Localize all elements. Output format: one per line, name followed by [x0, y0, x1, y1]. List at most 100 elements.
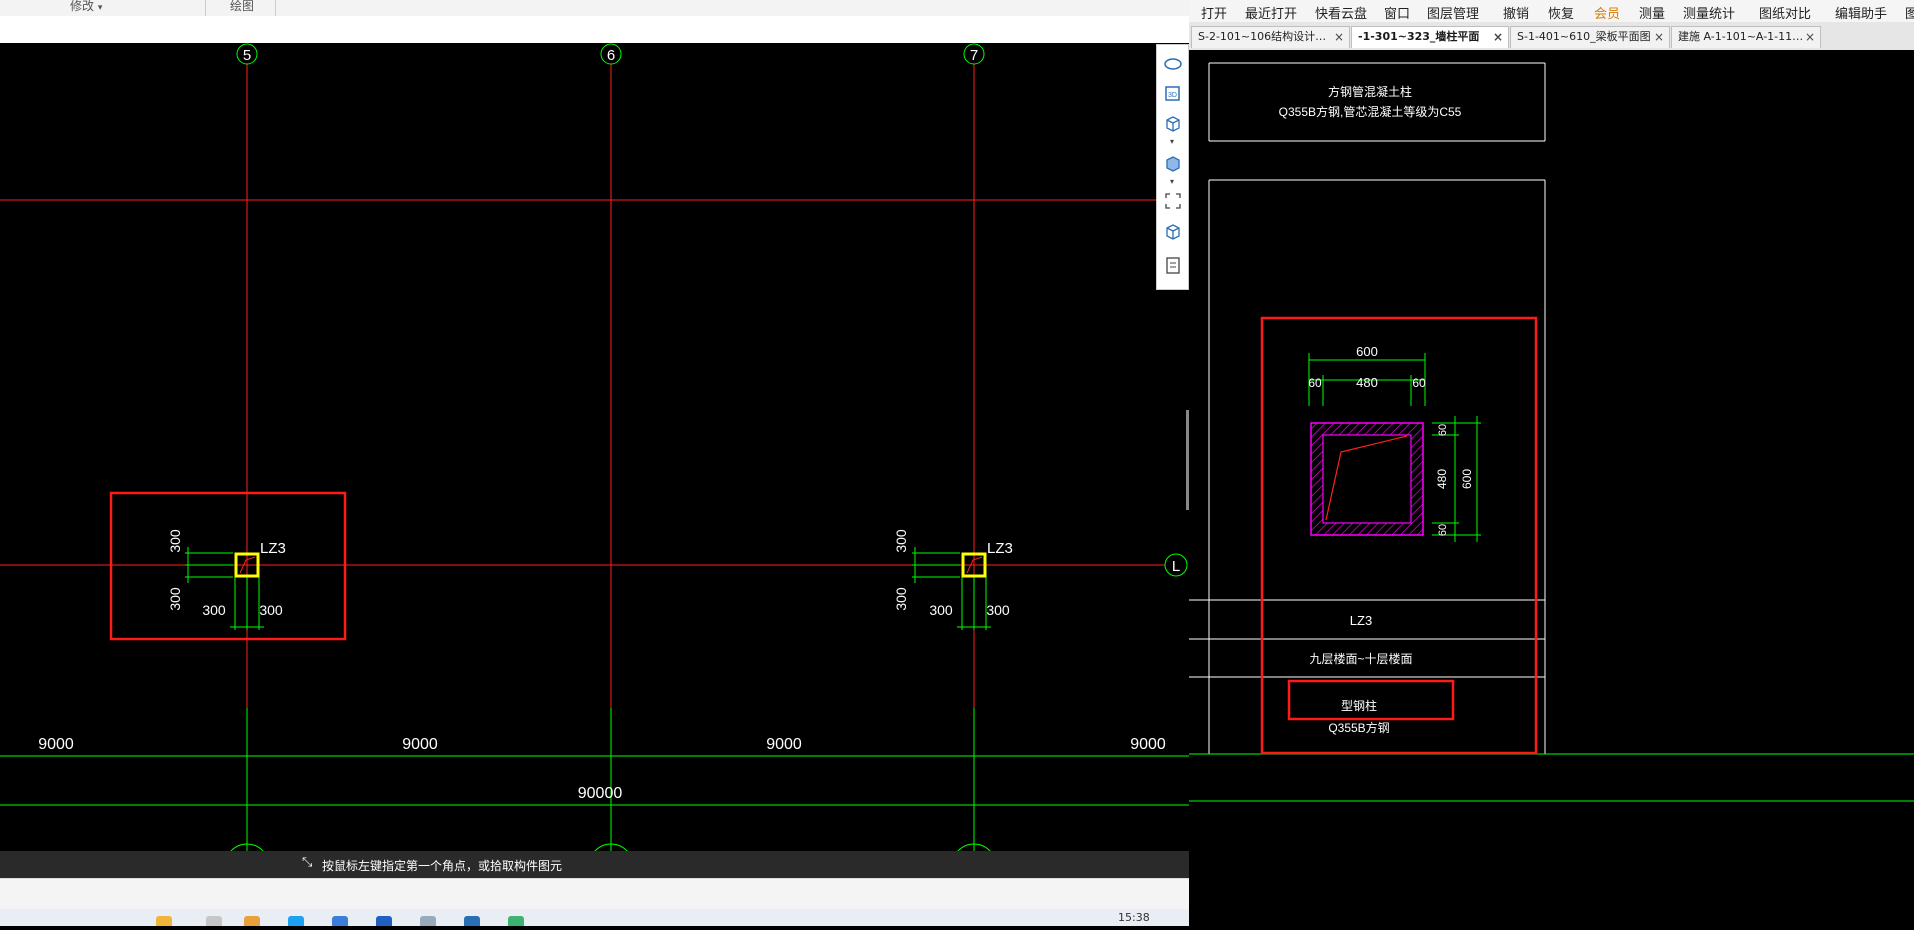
dim-total-text: 90000 — [578, 785, 623, 802]
detail-note-2: Q355B方钢,管芯混凝土等级为C55 — [1279, 104, 1462, 119]
svg-text:300: 300 — [893, 587, 909, 611]
status-bar: ⤡ 按鼠标左键指定第一个角点，或拾取构件图元 — [0, 851, 1189, 878]
close-icon[interactable]: × — [1654, 27, 1664, 47]
menu-window[interactable]: 窗口 — [1384, 3, 1410, 22]
right-menubar: 打开 最近打开 快看云盘 窗口 图层管理 撤销 恢复 会员 测量 测量统计 图纸… — [1189, 0, 1914, 23]
plan-canvas[interactable]: 5 6 7 L 9000 9000 9000 9000 90000 LZ3 30… — [0, 43, 1189, 889]
column-label: LZ3 — [260, 540, 286, 557]
highlight-box — [109, 491, 347, 641]
svg-text:300: 300 — [893, 529, 909, 553]
view-tool-palette: 3D ▾ ▾ — [1156, 44, 1189, 290]
detail-canvas[interactable]: 方钢管混凝土柱 Q355B方钢,管芯混凝土等级为C55 600 60 480 6… — [1189, 50, 1914, 926]
app-icon[interactable] — [206, 916, 222, 926]
detail-material: Q355B方钢 — [1328, 720, 1389, 735]
svg-text:60: 60 — [1437, 424, 1449, 436]
chevron-down-icon[interactable]: ▾ — [1170, 137, 1174, 146]
svg-text:300: 300 — [202, 602, 226, 618]
app-icon[interactable] — [508, 916, 524, 926]
app-icon[interactable] — [464, 916, 480, 926]
draw-menu[interactable]: 绘图 — [230, 0, 254, 14]
divider — [275, 0, 276, 16]
fullscreen-icon[interactable] — [1163, 191, 1183, 211]
axis-bubble-6[interactable]: 6 — [600, 43, 622, 65]
svg-text:6: 6 — [607, 47, 615, 64]
svg-text:480: 480 — [1356, 375, 1378, 390]
column-LZ3-2[interactable]: LZ3 300 300 300 300 — [893, 529, 1013, 630]
tab-structure-design[interactable]: S-2-101~106结构设计… × — [1191, 26, 1350, 48]
detail-note-1: 方钢管混凝土柱 — [1328, 84, 1412, 99]
detail-type: 型钢柱 — [1341, 698, 1377, 713]
section-box-icon[interactable] — [1163, 221, 1183, 241]
app-icon[interactable] — [420, 916, 436, 926]
detail-name: LZ3 — [1350, 613, 1372, 628]
folder-icon[interactable] — [244, 916, 260, 926]
detail-range: 九层楼面~十层楼面 — [1309, 651, 1412, 666]
svg-text:7: 7 — [970, 47, 978, 64]
menu-cloud[interactable]: 快看云盘 — [1315, 3, 1367, 22]
column-LZ3-1[interactable]: LZ3 300 300 300 300 — [109, 491, 347, 641]
close-icon[interactable]: × — [1334, 27, 1344, 47]
svg-text:300: 300 — [929, 602, 953, 618]
svg-text:300: 300 — [167, 529, 183, 553]
section-detail[interactable]: 600 60 480 60 60 480 60 600 — [1308, 344, 1481, 542]
svg-text:300: 300 — [167, 587, 183, 611]
dim-span-text: 9000 — [38, 736, 74, 753]
close-icon[interactable]: × — [1805, 27, 1815, 47]
axis-bubble-5[interactable]: 5 — [236, 43, 258, 65]
browser-icon[interactable] — [288, 916, 304, 926]
tab-beam-slab-plan[interactable]: S-1-401~610_梁板平面图 × — [1510, 26, 1670, 48]
close-icon[interactable]: × — [1493, 27, 1503, 47]
app-icon[interactable] — [332, 916, 348, 926]
chevron-down-icon: ▾ — [97, 3, 103, 13]
ribbon-strip — [0, 16, 1189, 43]
app-icon[interactable] — [156, 916, 172, 926]
properties-icon[interactable] — [1163, 255, 1183, 275]
chevron-down-icon[interactable]: ▾ — [1170, 177, 1174, 186]
app-icon[interactable] — [376, 916, 392, 926]
bottom-panel — [0, 878, 1189, 910]
svg-text:60: 60 — [1412, 376, 1426, 390]
menu-measure[interactable]: 测量 — [1639, 3, 1665, 22]
cursor-icon: ⤡ — [302, 855, 313, 870]
svg-text:600: 600 — [1460, 469, 1474, 489]
svg-text:60: 60 — [1437, 524, 1449, 536]
menu-undo[interactable]: 撤销 — [1503, 3, 1529, 22]
menu-open[interactable]: 打开 — [1201, 3, 1227, 22]
modify-menu[interactable]: 修改 ▾ — [70, 0, 102, 14]
axis-bubble-L[interactable]: L — [1164, 553, 1188, 577]
dim-span-text: 9000 — [402, 736, 438, 753]
svg-text:300: 300 — [259, 602, 283, 618]
box-view-icon[interactable] — [1163, 153, 1183, 173]
menu-assistant[interactable]: 编辑助手 — [1835, 3, 1887, 22]
svg-text:3D: 3D — [1168, 92, 1177, 99]
detail-drawing[interactable]: 方钢管混凝土柱 Q355B方钢,管芯混凝土等级为C55 600 60 480 6… — [1189, 50, 1914, 926]
orbit-icon[interactable] — [1163, 53, 1183, 73]
svg-text:600: 600 — [1356, 344, 1378, 359]
plan-drawing[interactable]: 5 6 7 L 9000 9000 9000 9000 90000 LZ3 30… — [0, 43, 1189, 889]
tab-architecture[interactable]: 建施 A-1-101~A-1-11… × — [1671, 26, 1821, 48]
divider — [205, 0, 206, 16]
menu-redo[interactable]: 恢复 — [1548, 3, 1574, 22]
clock: 15:38 — [1118, 911, 1150, 924]
axis-bubble-7[interactable]: 7 — [963, 43, 985, 65]
command-prompt: 按鼠标左键指定第一个角点，或拾取构件图元 — [322, 859, 563, 873]
column-label: LZ3 — [987, 540, 1013, 557]
dim-span-text: 9000 — [766, 736, 802, 753]
menu-measure-stats[interactable]: 测量统计 — [1683, 3, 1735, 22]
menu-layers[interactable]: 图层管理 — [1427, 3, 1479, 22]
svg-text:5: 5 — [243, 47, 251, 64]
menu-compare[interactable]: 图纸对比 — [1759, 3, 1811, 22]
svg-text:480: 480 — [1435, 469, 1449, 489]
view-3d-icon[interactable]: 3D — [1163, 83, 1183, 103]
menu-member[interactable]: 会员 — [1594, 3, 1620, 22]
menu-recent[interactable]: 最近打开 — [1245, 3, 1297, 22]
left-toolbar: 修改 ▾ 绘图 — [0, 0, 1189, 17]
document-tabs: S-2-101~106结构设计… × -1-301~323_墙柱平面 × S-1… — [1189, 22, 1914, 51]
svg-text:60: 60 — [1308, 376, 1322, 390]
cube-view-icon[interactable] — [1163, 113, 1183, 133]
taskbar: 15:38 — [0, 909, 1189, 926]
tab-wall-column-plan[interactable]: -1-301~323_墙柱平面 × — [1351, 26, 1509, 48]
svg-text:300: 300 — [986, 602, 1010, 618]
menu-more[interactable]: 图 — [1905, 3, 1914, 22]
svg-text:L: L — [1172, 558, 1180, 575]
